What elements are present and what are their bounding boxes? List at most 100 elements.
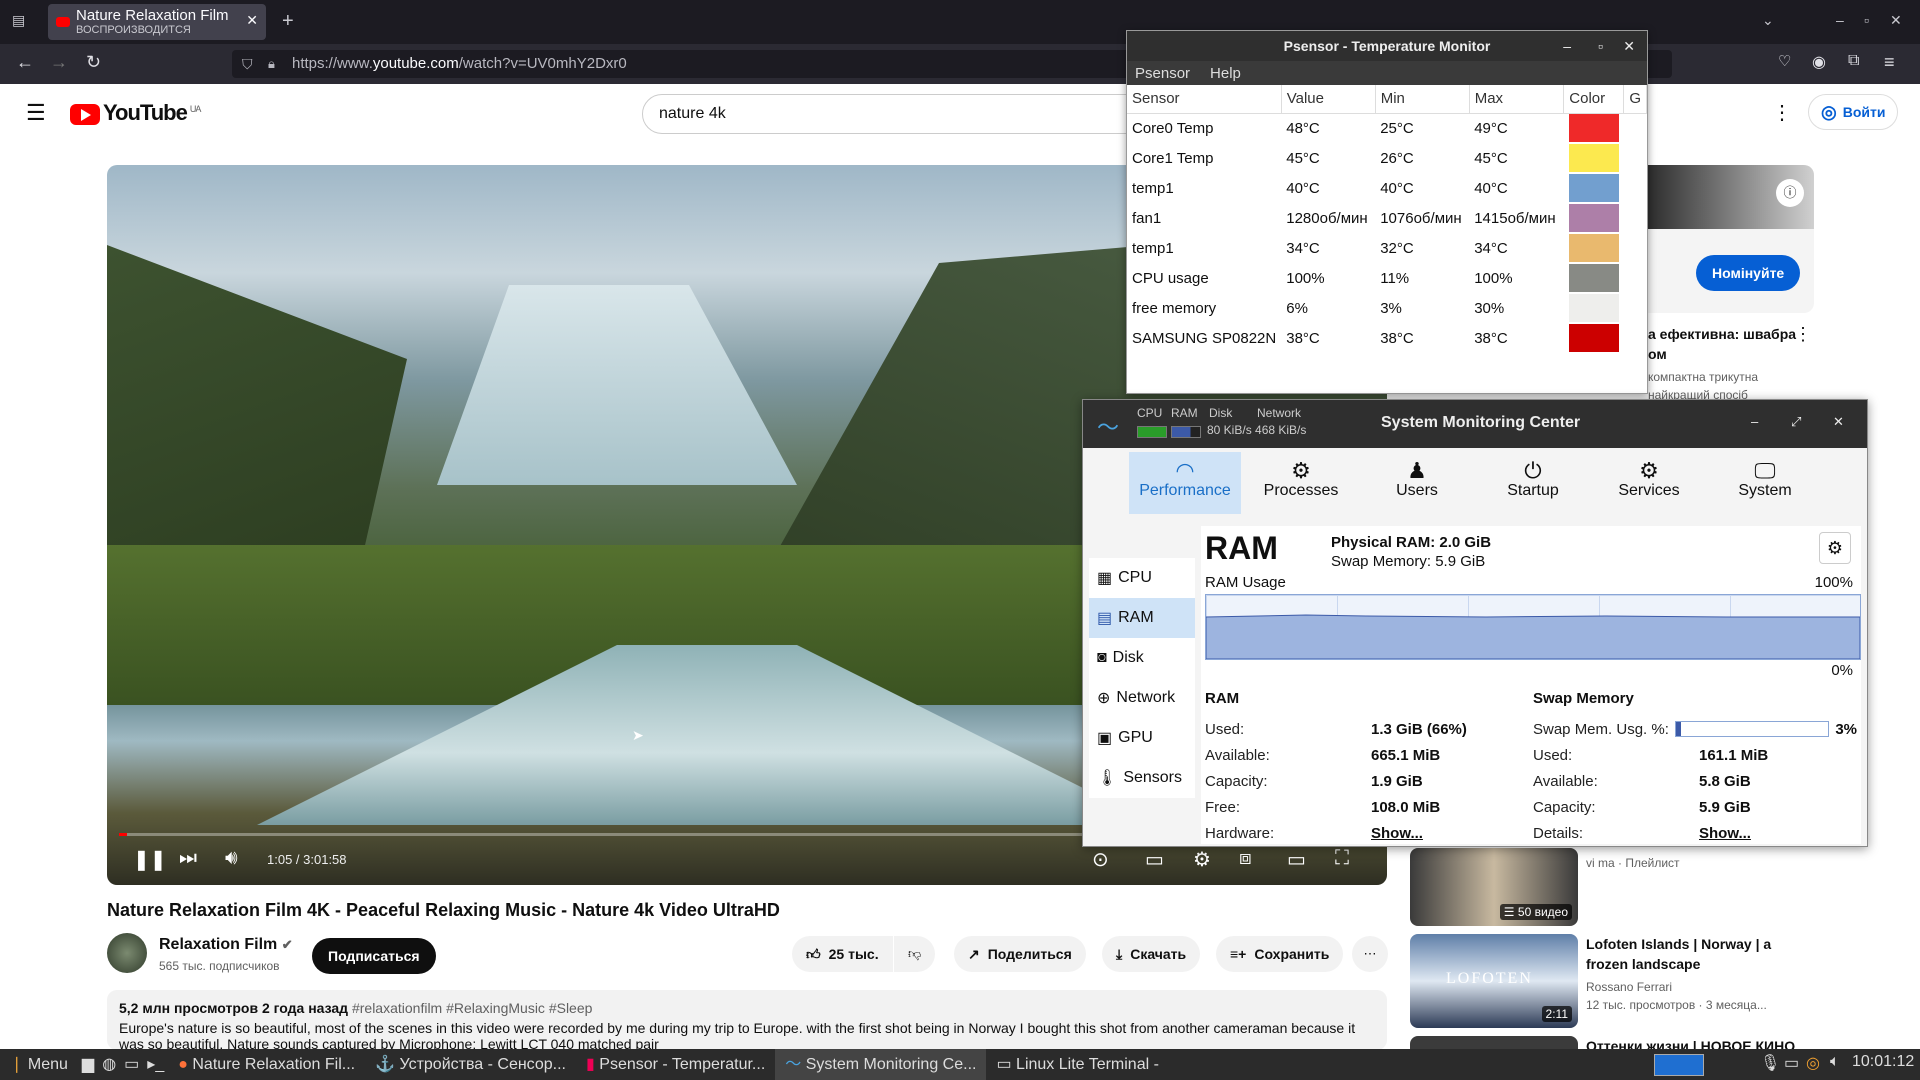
side-item-ram[interactable]: ▤ RAM (1089, 598, 1195, 638)
back-icon[interactable]: ← (16, 52, 34, 73)
pocket-icon[interactable]: ♡ (1778, 52, 1791, 70)
side-item-cpu[interactable]: ▦ CPU (1089, 558, 1195, 598)
sensor-graph-cell[interactable] (1624, 143, 1647, 173)
youtube-logo[interactable]: YouTube UA (70, 100, 201, 126)
sensor-color-cell[interactable] (1564, 143, 1624, 173)
sensor-graph-cell[interactable] (1624, 323, 1647, 353)
terminal-launcher-icon[interactable]: ▸_ (143, 1049, 168, 1080)
start-menu-button[interactable]: ❘ Menu (0, 1049, 78, 1080)
smc-minimize-icon[interactable]: – (1751, 414, 1758, 429)
column-sensor[interactable]: Sensor (1127, 85, 1282, 114)
subtitles-icon[interactable]: ▭ (1145, 847, 1164, 872)
channel-avatar[interactable] (107, 933, 147, 973)
smc-titlebar[interactable]: 〜 CPU RAM Disk Network 80 KiB/s 468 KiB/… (1083, 400, 1867, 448)
tab-processes[interactable]: ⚙ Processes (1245, 452, 1357, 514)
sensor-color-cell[interactable] (1564, 323, 1624, 353)
sensor-row[interactable]: temp1 40°C 40°C 40°C (1127, 173, 1647, 203)
app-menu-icon[interactable]: ≡ (1884, 52, 1895, 73)
show-details-link[interactable]: Show... (1371, 825, 1423, 842)
info-icon[interactable]: ⓘ (1776, 179, 1804, 207)
menu-psensor[interactable]: Psensor (1135, 65, 1190, 82)
sensor-row[interactable]: fan1 1280об/мин 1076об/мин 1415об/мин (1127, 203, 1647, 233)
rec-2-title[interactable]: Lofoten Islands | Norway | a frozen land… (1586, 934, 1796, 974)
sensor-row[interactable]: CPU usage 100% 11% 100% (1127, 263, 1647, 293)
save-button[interactable]: ≡+ Сохранить (1216, 936, 1344, 972)
rec-thumbnail-1[interactable]: ☰ 50 видео (1410, 848, 1578, 926)
tab-performance[interactable]: ◠ Performance (1129, 452, 1241, 514)
settings-gear-icon[interactable]: ⚙ (1193, 847, 1211, 872)
settings-dots-icon[interactable]: ⋮ (1772, 100, 1792, 125)
chrome-launcher-icon[interactable]: ◍ (98, 1049, 120, 1080)
psensor-maximize-icon[interactable]: ▫ (1598, 31, 1603, 61)
column-max[interactable]: Max (1469, 85, 1565, 114)
side-item-network[interactable]: ⊕ Network (1089, 678, 1195, 718)
sensor-row[interactable]: Core1 Temp 45°C 26°C 45°C (1127, 143, 1647, 173)
sensor-graph-cell[interactable] (1624, 203, 1647, 233)
rec-thumbnail-2[interactable]: LOFOTEN 2:11 (1410, 934, 1578, 1028)
task-terminal[interactable]: ▭ Linux Lite Terminal - (986, 1049, 1168, 1080)
psensor-titlebar[interactable]: Psensor - Temperature Monitor – ▫ ✕ (1127, 31, 1647, 61)
show-details-link[interactable]: Show... (1699, 825, 1751, 842)
column-color[interactable]: Color (1563, 85, 1625, 114)
show-desktop-icon[interactable]: ▆ (78, 1049, 98, 1080)
sensor-color-cell[interactable] (1564, 263, 1624, 293)
new-tab-icon[interactable]: + (282, 10, 294, 33)
next-icon[interactable]: ⏭︎ (179, 847, 197, 870)
side-item-gpu[interactable]: ▣ GPU (1089, 718, 1195, 758)
sensor-row[interactable]: Core0 Temp 48°C 25°C 49°C (1127, 113, 1647, 143)
tab-startup[interactable]: ⏻ Startup (1477, 452, 1589, 514)
sensor-row[interactable]: free memory 6% 3% 30% (1127, 293, 1647, 323)
taskbar-clock[interactable]: 10:01:12 (1852, 1053, 1914, 1071)
more-actions-button[interactable]: ⋯ (1352, 936, 1388, 972)
miniplayer-icon[interactable]: ⧈ (1239, 847, 1252, 870)
description-box[interactable]: 5,2 млн просмотров 2 года назад #relaxat… (107, 990, 1387, 1050)
reload-icon[interactable]: ↻ (86, 52, 101, 73)
pause-icon[interactable]: ❚❚ (133, 847, 167, 872)
ad-menu-icon[interactable]: ⋮ (1794, 324, 1812, 345)
subscribe-button[interactable]: Подписаться (312, 938, 436, 974)
like-button[interactable]: 👍︎ 25 тыс. (792, 936, 893, 972)
close-window-icon[interactable]: ✕ (1890, 12, 1902, 29)
sensor-graph-cell[interactable] (1624, 113, 1647, 143)
download-button[interactable]: ⤓ Скачать (1102, 936, 1201, 972)
sensor-graph-cell[interactable] (1624, 173, 1647, 203)
sensor-color-cell[interactable] (1564, 233, 1624, 263)
search-input[interactable]: nature 4k (642, 94, 1142, 134)
sensor-color-cell[interactable] (1564, 293, 1624, 323)
column-min[interactable]: Min (1375, 85, 1470, 114)
microphone-icon[interactable]: 🎙︎ (1760, 1053, 1780, 1073)
task-firefox[interactable]: ● Nature Relaxation Fil... (168, 1049, 365, 1080)
ram-settings-gear-icon[interactable]: ⚙ (1819, 532, 1851, 564)
file-manager-icon[interactable]: ▭ (120, 1049, 143, 1080)
forward-icon[interactable]: → (50, 52, 68, 73)
column-value[interactable]: Value (1281, 85, 1376, 114)
network-icon[interactable]: ▭ (1784, 1053, 1799, 1073)
tab-services[interactable]: ⚙ Services (1593, 452, 1705, 514)
side-item-disk[interactable]: ◙ Disk (1089, 638, 1195, 678)
smc-close-icon[interactable]: ✕ (1833, 414, 1844, 430)
tab-overflow-chevron-icon[interactable]: ⌄ (1762, 12, 1774, 29)
dislike-button[interactable]: 👎︎ (894, 936, 936, 972)
login-button[interactable]: ◎ Войти (1808, 94, 1899, 130)
tab-close-icon[interactable]: ✕ (246, 12, 258, 29)
fullscreen-icon[interactable]: ⛶ (1335, 847, 1349, 870)
update-notifier-icon[interactable]: ◎ (1806, 1053, 1820, 1073)
extensions-icon[interactable]: ⧉ (1848, 52, 1859, 70)
column-graph[interactable]: G (1623, 85, 1647, 114)
psensor-minimize-icon[interactable]: – (1563, 31, 1571, 61)
guide-menu-icon[interactable]: ☰ (26, 100, 46, 126)
sensor-row[interactable]: SAMSUNG SP0822N 38°C 38°C 38°C (1127, 323, 1647, 353)
side-item-sensors[interactable]: 🌡︎ Sensors (1089, 758, 1195, 798)
volume-icon[interactable]: 🔊︎ (225, 847, 238, 870)
workspace-switcher[interactable] (1654, 1054, 1704, 1076)
sensor-row[interactable]: temp1 34°C 32°C 34°C (1127, 233, 1647, 263)
share-button[interactable]: ↗ Поделиться (954, 936, 1086, 972)
tab-system[interactable]: 🖵︎ System (1709, 452, 1821, 514)
sensor-graph-cell[interactable] (1624, 293, 1647, 323)
task-devices[interactable]: ⚓ Устройства - Сенсор... (365, 1049, 576, 1080)
account-icon[interactable]: ◉ (1812, 52, 1826, 72)
browser-tab[interactable]: Nature Relaxation Film ВОСПРОИЗВОДИТСЯ ✕ (48, 4, 266, 40)
maximize-icon[interactable]: ▫ (1864, 12, 1869, 28)
tab-list-icon[interactable]: ▤ (12, 12, 25, 29)
sensor-color-cell[interactable] (1564, 113, 1624, 143)
